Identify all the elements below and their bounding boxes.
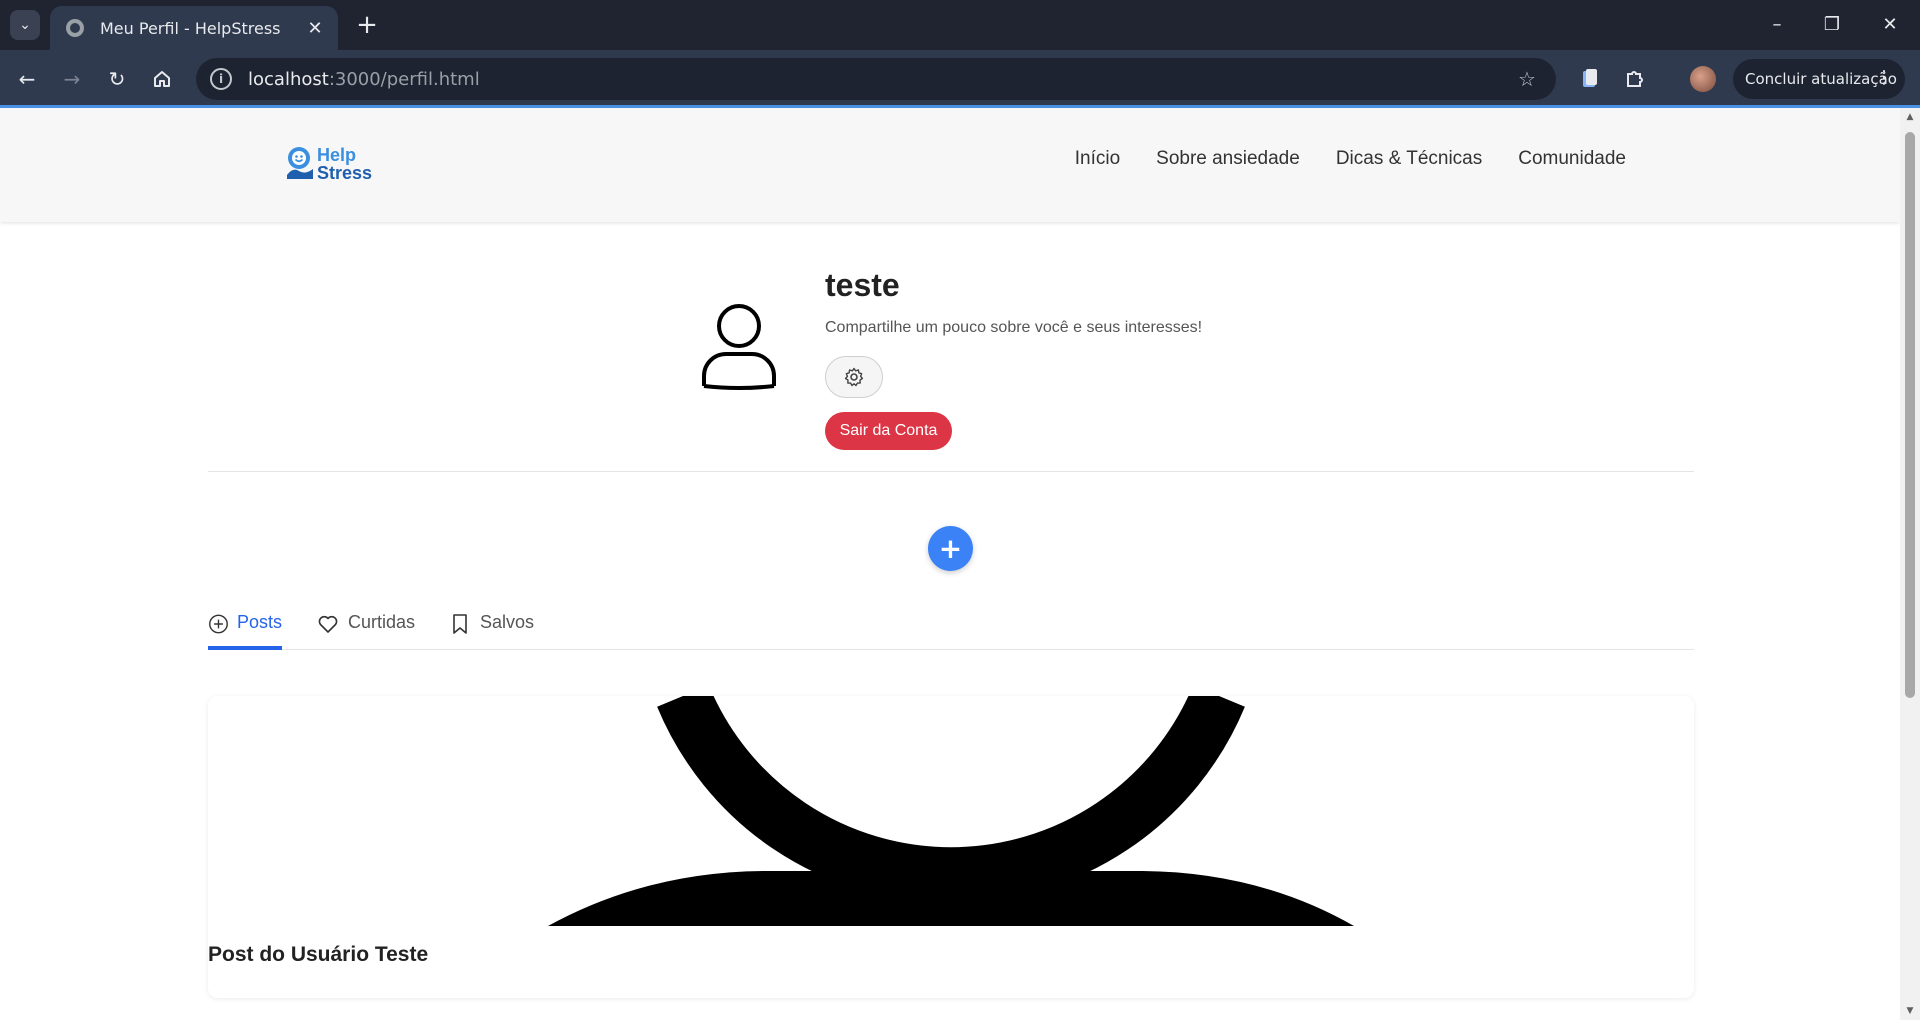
nav-link-inicio[interactable]: Início <box>1075 148 1120 170</box>
puzzle-icon[interactable] <box>1620 64 1650 94</box>
update-button[interactable]: Concluir atualização ⋮ <box>1733 59 1905 99</box>
site-logo[interactable]: Help Stress <box>285 142 372 186</box>
heart-icon <box>318 615 338 633</box>
site-info-icon[interactable]: i <box>210 68 232 90</box>
globe-icon <box>66 19 84 37</box>
tab-search-button[interactable]: ⌄ <box>10 10 40 40</box>
tab-posts-label: Posts <box>236 612 282 632</box>
logo-mark-icon <box>285 145 315 183</box>
settings-button[interactable] <box>825 356 883 398</box>
post-image <box>208 696 1694 926</box>
nav-link-comunidade[interactable]: Comunidade <box>1518 148 1626 170</box>
scroll-down-arrow-icon[interactable]: ▼ <box>1905 1006 1915 1016</box>
gear-icon <box>844 367 864 387</box>
post-card[interactable]: Post do Usuário Teste <box>208 696 1694 998</box>
tab-posts[interactable]: Posts <box>208 606 282 650</box>
tab-curtidas-label: Curtidas <box>348 612 416 632</box>
post-title: Post do Usuário Teste <box>208 943 429 966</box>
user-avatar-icon <box>700 302 778 390</box>
browser-toolbar: ← → ↻ i localhost:3000/perfil.html ☆ Con… <box>0 50 1920 108</box>
logo-line-2: Stress <box>317 163 373 183</box>
page-scrollbar[interactable]: ▲ ▼ <box>1900 108 1920 1020</box>
close-window-button[interactable]: ✕ <box>1868 6 1912 42</box>
tab-salvos-label: Salvos <box>480 612 535 632</box>
extension-icon[interactable] <box>1575 64 1605 94</box>
profile-name: teste <box>825 267 900 303</box>
bookmark-star-icon[interactable]: ☆ <box>1512 67 1542 91</box>
page-viewport: Help Stress Início Sobre ansiedade Dicas… <box>0 108 1900 1020</box>
profile-divider <box>208 471 1694 472</box>
forward-button[interactable]: → <box>55 62 89 96</box>
profile-tabs: Posts Curtidas Salvos <box>208 606 1694 650</box>
tab-salvos[interactable]: Salvos <box>448 606 534 650</box>
nav-link-dicas-tecnicas[interactable]: Dicas & Técnicas <box>1336 148 1482 170</box>
tab-curtidas[interactable]: Curtidas <box>316 606 415 650</box>
address-bar[interactable]: i localhost:3000/perfil.html ☆ <box>196 58 1556 100</box>
nav-link-sobre-ansiedade[interactable]: Sobre ansiedade <box>1156 148 1300 170</box>
site-header: Help Stress Início Sobre ansiedade Dicas… <box>0 108 1900 222</box>
home-button[interactable] <box>145 62 179 96</box>
new-tab-button[interactable]: + <box>352 10 382 40</box>
restore-button[interactable]: ❐ <box>1810 6 1854 42</box>
logo-line-1: Help <box>317 145 357 165</box>
tab-title: Meu Perfil - HelpStress <box>100 18 281 38</box>
scroll-up-arrow-icon[interactable]: ▲ <box>1905 112 1915 122</box>
more-menu-icon[interactable]: ⋮ <box>1875 67 1893 89</box>
plus-circle-icon <box>209 614 228 634</box>
logout-button[interactable]: Sair da Conta <box>825 412 952 450</box>
bookmark-icon <box>453 614 467 634</box>
browser-tab-strip: ⌄ Meu Perfil - HelpStress ✕ + – ❐ ✕ <box>0 0 1920 50</box>
scroll-thumb[interactable] <box>1905 132 1915 698</box>
reload-button[interactable]: ↻ <box>100 62 134 96</box>
close-tab-icon[interactable]: ✕ <box>304 18 326 39</box>
profile-avatar-icon[interactable] <box>1690 66 1716 92</box>
minimize-button[interactable]: – <box>1755 6 1799 42</box>
browser-tab-active[interactable]: Meu Perfil - HelpStress ✕ <box>50 6 338 50</box>
home-icon <box>154 71 170 87</box>
logo-text: Help Stress <box>317 146 372 182</box>
main-nav: Início Sobre ansiedade Dicas & Técnicas … <box>1075 148 1626 170</box>
url-text[interactable]: localhost:3000/perfil.html <box>248 69 1512 90</box>
back-button[interactable]: ← <box>10 62 44 96</box>
create-post-button[interactable]: + <box>928 526 973 571</box>
profile-bio: Compartilhe um pouco sobre você e seus i… <box>825 319 1203 336</box>
